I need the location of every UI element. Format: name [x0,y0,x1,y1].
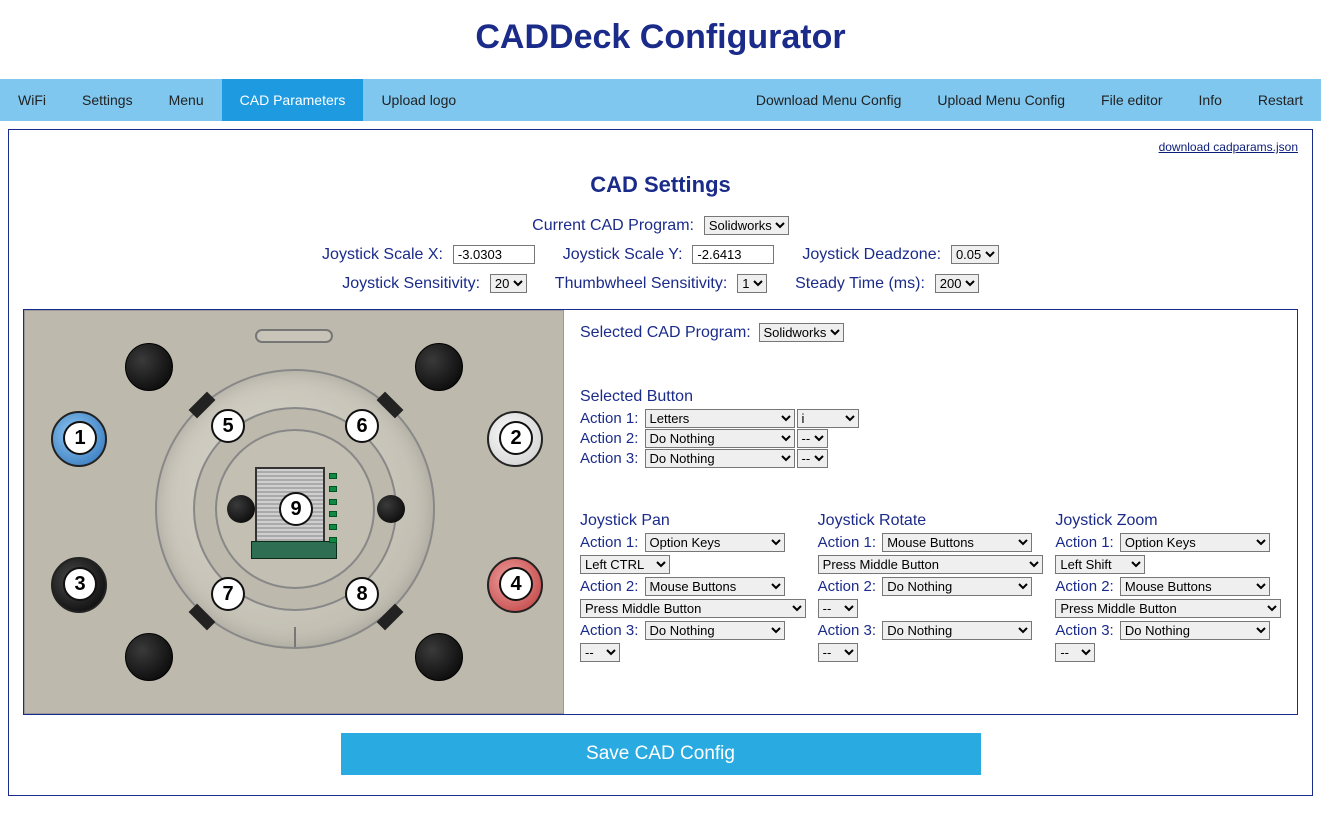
selected-cad-program-select[interactable]: Solidworks [759,323,844,342]
joystick-scale-x-label: Joystick Scale X: [322,246,443,263]
steady-time-select[interactable]: 200 [935,274,979,293]
slot-icon [255,329,333,343]
sb-action3-type[interactable]: Do Nothing [645,449,795,468]
joystick-rotate-group: Joystick Rotate Action 1: Mouse Buttons … [818,508,1044,664]
current-cad-program-label: Current CAD Program: [532,217,694,234]
joystick-scale-y-input[interactable] [692,245,774,264]
steady-time-label: Steady Time (ms): [795,275,925,292]
save-cad-config-button[interactable]: Save CAD Config [341,733,981,775]
badge-5: 5 [211,409,245,443]
nav-settings[interactable]: Settings [64,79,151,121]
screw-icon [125,633,173,681]
badge-1: 1 [63,421,97,455]
joystick-sensitivity-select[interactable]: 20 [490,274,527,293]
nav-upload-logo[interactable]: Upload logo [363,79,474,121]
joystick-deadzone-select[interactable]: 0.05 [951,245,999,264]
sb-action1-type[interactable]: Letters [645,409,795,428]
badge-2: 2 [499,421,533,455]
content: download cadparams.json CAD Settings Cur… [8,129,1313,796]
joystick-zoom-label: Joystick Zoom [1055,512,1157,530]
joystick-scale-y-label: Joystick Scale Y: [563,246,683,263]
sb-action3-label: Action 3: [580,450,638,467]
zoom-a2-value[interactable]: Press Middle Button [1055,599,1281,618]
nav-download-menu-config[interactable]: Download Menu Config [738,79,920,121]
rot-a3-label: Action 3: [818,622,876,639]
joystick-sensitivity-label: Joystick Sensitivity: [342,275,480,292]
rot-a2-label: Action 2: [818,578,876,595]
zoom-a2-label: Action 2: [1055,578,1113,595]
nav-restart[interactable]: Restart [1240,79,1321,121]
badge-8: 8 [345,577,379,611]
nav-upload-menu-config[interactable]: Upload Menu Config [919,79,1083,121]
zoom-a1-type[interactable]: Option Keys [1120,533,1270,552]
sb-action2-type[interactable]: Do Nothing [645,429,795,448]
selected-cad-program-label: Selected CAD Program: [580,324,751,342]
pan-a1-type[interactable]: Option Keys [645,533,785,552]
sb-action3-value[interactable]: -- [797,449,828,468]
zoom-a2-type[interactable]: Mouse Buttons [1120,577,1270,596]
selected-button-label: Selected Button [580,388,693,406]
joystick-deadzone-label: Joystick Deadzone: [802,246,941,263]
device-diagram: 1 2 3 4 5 6 7 8 9 [24,310,564,714]
pan-a2-label: Action 2: [580,578,638,595]
navbar: WiFi Settings Menu CAD Parameters Upload… [0,79,1321,121]
pan-a3-value[interactable]: -- [580,643,620,662]
rot-a3-value[interactable]: -- [818,643,858,662]
screw-icon [125,343,173,391]
screw-icon [415,633,463,681]
badge-4: 4 [499,567,533,601]
right-panel: Selected CAD Program: Solidworks Selecte… [564,310,1297,714]
sb-action2-value[interactable]: -- [797,429,828,448]
nav-menu[interactable]: Menu [151,79,222,121]
badge-6: 6 [345,409,379,443]
sb-action2-label: Action 2: [580,430,638,447]
thumbwheel-sensitivity-select[interactable]: 1 [737,274,767,293]
pan-a2-type[interactable]: Mouse Buttons [645,577,785,596]
pan-a1-label: Action 1: [580,534,638,551]
download-cadparams-link[interactable]: download cadparams.json [1159,140,1298,154]
divider-icon [294,627,296,647]
zoom-a1-label: Action 1: [1055,534,1113,551]
rot-a1-value[interactable]: Press Middle Button [818,555,1044,574]
joystick-zoom-group: Joystick Zoom Action 1: Option Keys Left… [1055,508,1281,664]
pan-a3-type[interactable]: Do Nothing [645,621,785,640]
zoom-a3-label: Action 3: [1055,622,1113,639]
nav-wifi[interactable]: WiFi [0,79,64,121]
joystick-pan-group: Joystick Pan Action 1: Option Keys Left … [580,508,806,664]
joystick-scale-x-input[interactable] [453,245,535,264]
screw-icon [415,343,463,391]
cad-settings-heading: CAD Settings [23,172,1298,198]
badge-9: 9 [279,492,313,526]
badge-7: 7 [211,577,245,611]
pan-a1-value[interactable]: Left CTRL [580,555,670,574]
page-title: CADDeck Configurator [0,18,1321,57]
sb-action1-label: Action 1: [580,410,638,427]
nav-file-editor[interactable]: File editor [1083,79,1180,121]
pan-a3-label: Action 3: [580,622,638,639]
thumbwheel-sensitivity-label: Thumbwheel Sensitivity: [555,275,728,292]
joystick-rotate-label: Joystick Rotate [818,512,926,530]
rot-a2-value[interactable]: -- [818,599,858,618]
rot-a2-type[interactable]: Do Nothing [882,577,1032,596]
rot-a3-type[interactable]: Do Nothing [882,621,1032,640]
current-cad-program-select[interactable]: Solidworks [704,216,789,235]
rot-a1-type[interactable]: Mouse Buttons [882,533,1032,552]
zoom-a3-value[interactable]: -- [1055,643,1095,662]
pan-a2-value[interactable]: Press Middle Button [580,599,806,618]
rot-a1-label: Action 1: [818,534,876,551]
nav-info[interactable]: Info [1181,79,1240,121]
nav-cad-parameters[interactable]: CAD Parameters [222,79,364,121]
sb-action1-value[interactable]: i [797,409,859,428]
zoom-a3-type[interactable]: Do Nothing [1120,621,1270,640]
main-box: 1 2 3 4 5 6 7 8 9 Selected CAD Program: … [23,309,1298,715]
zoom-a1-value[interactable]: Left Shift [1055,555,1145,574]
screw-small-icon [377,495,405,523]
joystick-pan-label: Joystick Pan [580,512,670,530]
badge-3: 3 [63,567,97,601]
